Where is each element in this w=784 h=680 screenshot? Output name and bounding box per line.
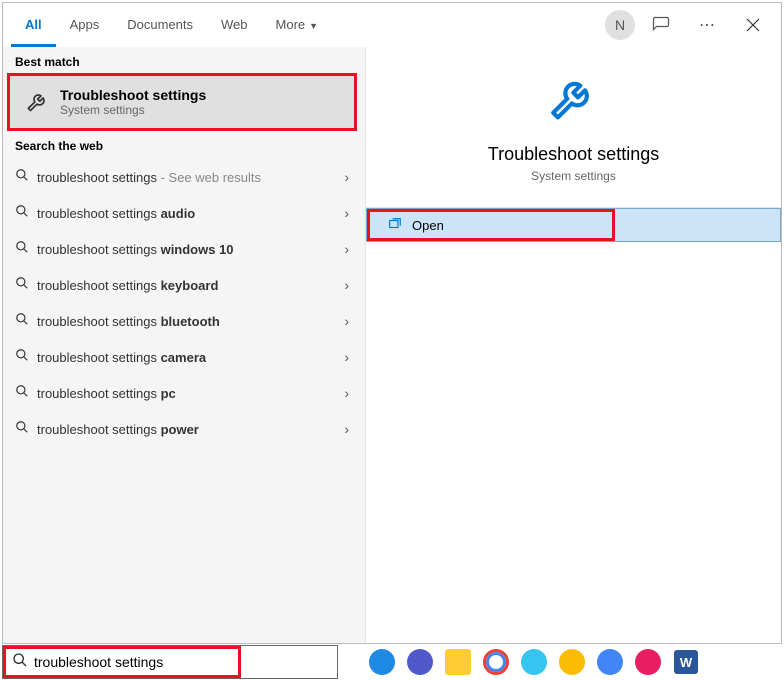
chevron-right-icon[interactable]: › — [340, 421, 353, 437]
open-action-row[interactable]: Open — [366, 208, 781, 242]
chevron-right-icon[interactable]: › — [340, 277, 353, 293]
search-icon — [12, 652, 28, 673]
chevron-down-icon: ▼ — [309, 21, 318, 31]
user-avatar[interactable]: N — [605, 10, 635, 40]
tab-web[interactable]: Web — [207, 3, 262, 47]
search-icon — [15, 384, 37, 403]
search-icon — [15, 312, 37, 331]
search-icon — [15, 204, 37, 223]
web-result-label: troubleshoot settings power — [37, 422, 340, 437]
word-taskbar-icon[interactable]: W — [668, 646, 704, 678]
chevron-right-icon[interactable]: › — [340, 385, 353, 401]
taskbar: W — [0, 644, 784, 680]
best-match-result[interactable]: Troubleshoot settings System settings — [7, 73, 357, 131]
web-result-item[interactable]: troubleshoot settings windows 10› — [3, 231, 365, 267]
teams-taskbar-icon[interactable] — [402, 646, 438, 678]
search-icon — [15, 276, 37, 295]
slack-taskbar-icon[interactable] — [516, 646, 552, 678]
close-icon[interactable] — [733, 5, 773, 45]
web-result-item[interactable]: troubleshoot settings camera› — [3, 339, 365, 375]
best-match-label: Best match — [3, 47, 365, 73]
chevron-right-icon[interactable]: › — [340, 313, 353, 329]
more-options-icon[interactable]: ⋯ — [687, 5, 727, 45]
snip-taskbar-icon[interactable] — [592, 646, 628, 678]
web-result-item[interactable]: troubleshoot settings keyboard› — [3, 267, 365, 303]
search-icon — [15, 420, 37, 439]
open-icon — [388, 217, 402, 234]
web-result-item[interactable]: troubleshoot settings - See web results› — [3, 159, 365, 195]
web-result-item[interactable]: troubleshoot settings pc› — [3, 375, 365, 411]
feedback-icon[interactable] — [641, 5, 681, 45]
edge-taskbar-icon[interactable] — [364, 646, 400, 678]
web-results-list: troubleshoot settings - See web results›… — [3, 157, 365, 447]
tab-documents[interactable]: Documents — [113, 3, 207, 47]
chevron-right-icon[interactable]: › — [340, 169, 353, 185]
chevron-right-icon[interactable]: › — [340, 349, 353, 365]
preview-subtitle: System settings — [366, 169, 781, 183]
search-icon — [15, 348, 37, 367]
chevron-right-icon[interactable]: › — [340, 241, 353, 257]
web-result-item[interactable]: troubleshoot settings bluetooth› — [3, 303, 365, 339]
web-result-item[interactable]: troubleshoot settings power› — [3, 411, 365, 447]
search-input[interactable] — [34, 654, 238, 670]
web-result-label: troubleshoot settings windows 10 — [37, 242, 340, 257]
tab-apps[interactable]: Apps — [56, 3, 114, 47]
chrome-canary-taskbar-icon[interactable] — [554, 646, 590, 678]
web-result-item[interactable]: troubleshoot settings audio› — [3, 195, 365, 231]
result-preview: Troubleshoot settings System settings — [366, 47, 781, 208]
taskbar-tray: W — [364, 646, 704, 678]
tab-all[interactable]: All — [11, 3, 56, 47]
web-result-label: troubleshoot settings pc — [37, 386, 340, 401]
tab-more[interactable]: More▼ — [262, 3, 333, 47]
web-result-label: troubleshoot settings bluetooth — [37, 314, 340, 329]
preview-title: Troubleshoot settings — [366, 144, 781, 165]
chrome-taskbar-icon[interactable] — [478, 646, 514, 678]
web-result-label: troubleshoot settings camera — [37, 350, 340, 365]
search-icon — [15, 240, 37, 259]
web-result-label: troubleshoot settings audio — [37, 206, 340, 221]
filter-tabs: All Apps Documents Web More▼ N ⋯ — [3, 3, 781, 47]
open-label: Open — [412, 218, 444, 233]
taskbar-search[interactable] — [2, 645, 338, 679]
web-result-label: troubleshoot settings keyboard — [37, 278, 340, 293]
web-result-label: troubleshoot settings - See web results — [37, 170, 340, 185]
best-match-subtitle: System settings — [60, 103, 206, 117]
wrench-icon — [22, 89, 54, 115]
search-icon — [15, 168, 37, 187]
search-web-label: Search the web — [3, 131, 365, 157]
wrench-icon — [546, 71, 602, 132]
chevron-right-icon[interactable]: › — [340, 205, 353, 221]
paint-taskbar-icon[interactable] — [630, 646, 666, 678]
file-explorer-taskbar-icon[interactable] — [440, 646, 476, 678]
best-match-title: Troubleshoot settings — [60, 87, 206, 103]
